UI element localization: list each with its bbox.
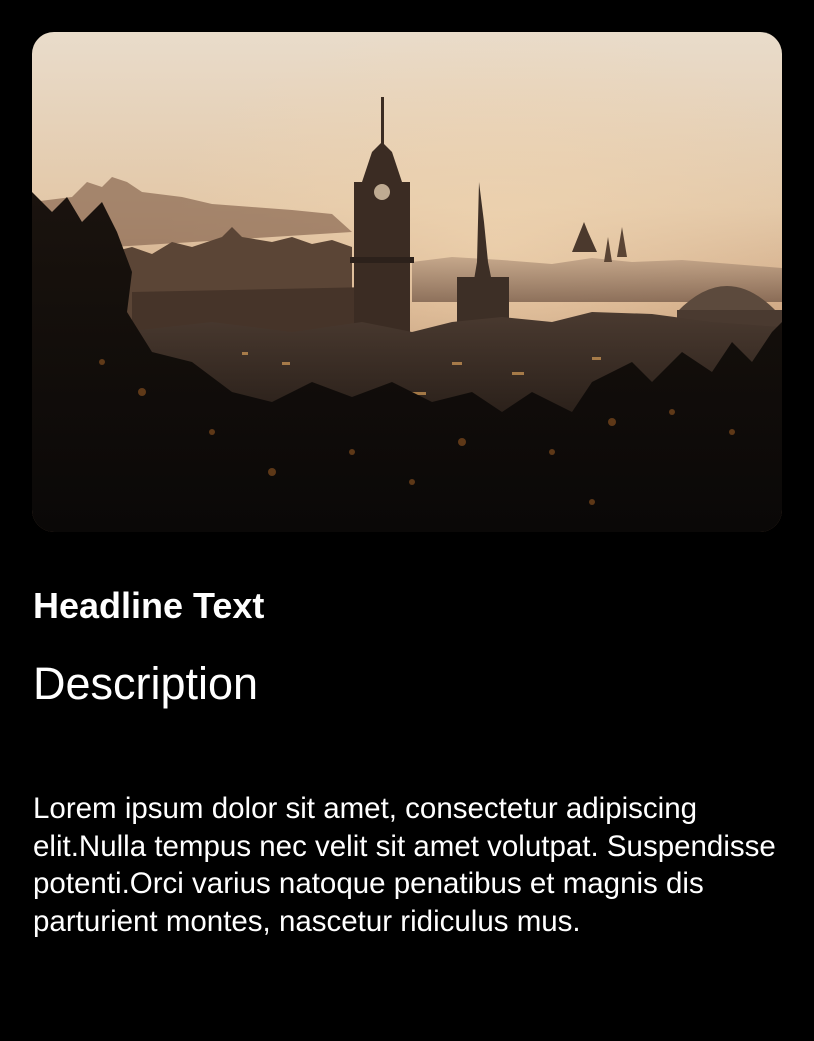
headline: Headline Text	[33, 585, 265, 626]
content-card: Headline Text Description Lorem ipsum do…	[0, 0, 814, 1041]
description-heading: Description	[33, 658, 259, 709]
city-skyline-photo	[32, 32, 782, 532]
body-text: Lorem ipsum dolor sit amet, consectetur …	[33, 792, 776, 938]
hero-image	[32, 32, 782, 532]
